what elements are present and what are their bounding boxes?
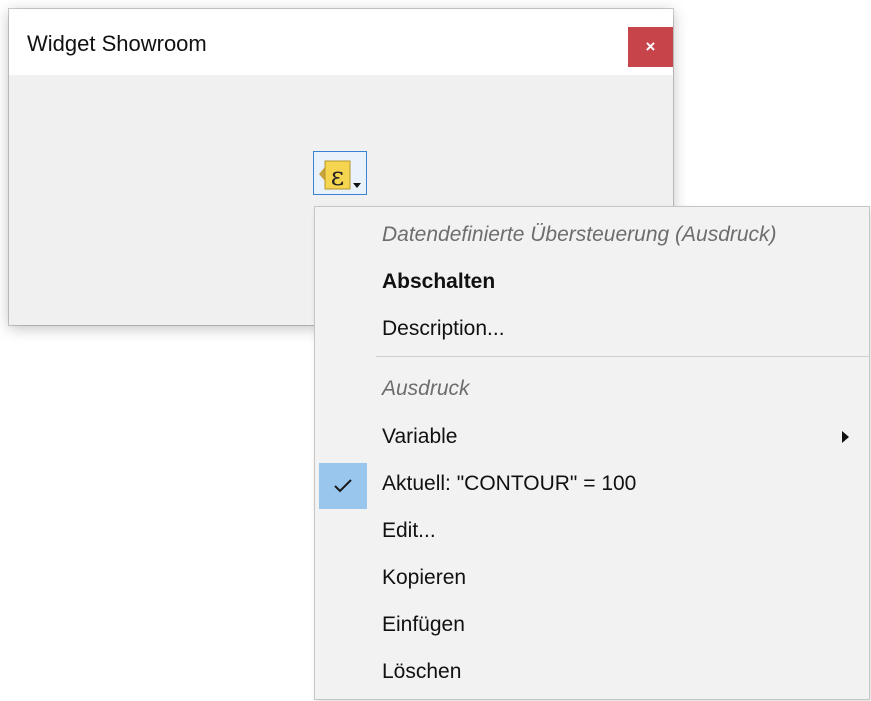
menu-item-description[interactable]: Description... bbox=[315, 307, 869, 351]
dropdown-arrow-icon bbox=[353, 183, 361, 188]
menu-item-edit[interactable]: Edit... bbox=[315, 509, 869, 553]
menu-header-data-defined-override: Datendefinierte Übersteuerung (Ausdruck) bbox=[382, 223, 777, 246]
checkmark-icon bbox=[319, 463, 367, 509]
expression-epsilon-icon: ε bbox=[319, 160, 361, 192]
menu-item-delete[interactable]: Löschen bbox=[315, 650, 869, 694]
menu-item-variable[interactable]: Variable bbox=[315, 415, 869, 459]
menu-separator bbox=[376, 356, 869, 357]
menu-item-current-value[interactable]: Aktuell: "CONTOUR" = 100 bbox=[315, 462, 869, 509]
epsilon-glyph: ε bbox=[331, 162, 344, 192]
context-menu: Datendefinierte Übersteuerung (Ausdruck)… bbox=[314, 206, 870, 700]
close-button[interactable]: × bbox=[628, 27, 673, 67]
menu-item-copy[interactable]: Kopieren bbox=[315, 556, 869, 600]
menu-item-paste[interactable]: Einfügen bbox=[315, 603, 869, 647]
menu-item-deactivate[interactable]: Abschalten bbox=[315, 260, 869, 304]
data-defined-override-button[interactable]: ε bbox=[313, 151, 367, 195]
close-icon: × bbox=[645, 37, 656, 56]
title-bar: Widget Showroom × bbox=[9, 9, 673, 75]
window-title: Widget Showroom bbox=[27, 31, 207, 56]
submenu-arrow-icon bbox=[842, 431, 849, 443]
menu-header-expression: Ausdruck bbox=[382, 377, 470, 400]
